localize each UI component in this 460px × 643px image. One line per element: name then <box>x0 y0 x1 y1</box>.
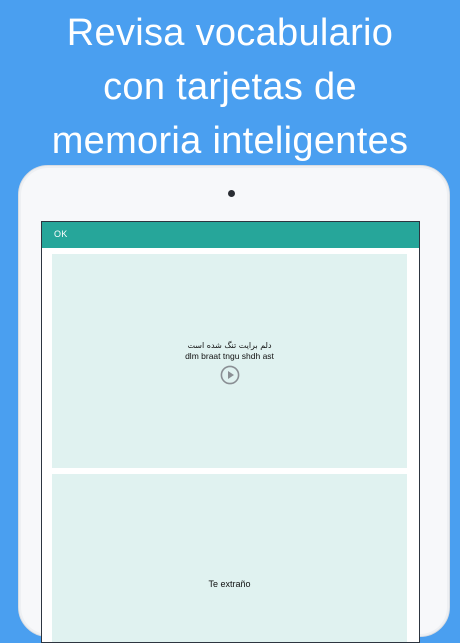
app-toolbar: OK <box>42 222 419 248</box>
flashcard-front-content: دلم برایت تنگ شده است dlm braat tngu shd… <box>52 340 407 390</box>
front-camera-dot <box>228 190 235 197</box>
play-audio-button[interactable] <box>220 365 240 385</box>
flashcard-back[interactable]: Te extraño <box>52 474 407 642</box>
native-phrase: دلم برایت تنگ شده است <box>187 341 272 350</box>
transliteration-text: dlm braat tngu shdh ast <box>185 351 274 361</box>
headline-line-2: con tarjetas de <box>103 66 357 108</box>
marketing-headline: Revisa vocabulario con tarjetas de memor… <box>0 6 460 168</box>
app-screen: OK دلم برایت تنگ شده است dlm braat tngu … <box>41 221 420 643</box>
tablet-frame: OK دلم برایت تنگ شده است dlm braat tngu … <box>18 165 450 643</box>
play-circle-icon <box>220 365 239 385</box>
flashcard-front[interactable]: دلم برایت تنگ شده است dlm braat tngu shd… <box>52 254 407 468</box>
translation-text: Te extraño <box>208 579 251 589</box>
headline-line-1: Revisa vocabulario <box>66 12 394 54</box>
ok-button[interactable]: OK <box>54 229 67 239</box>
headline-line-3: memoria inteligentes <box>51 120 409 162</box>
